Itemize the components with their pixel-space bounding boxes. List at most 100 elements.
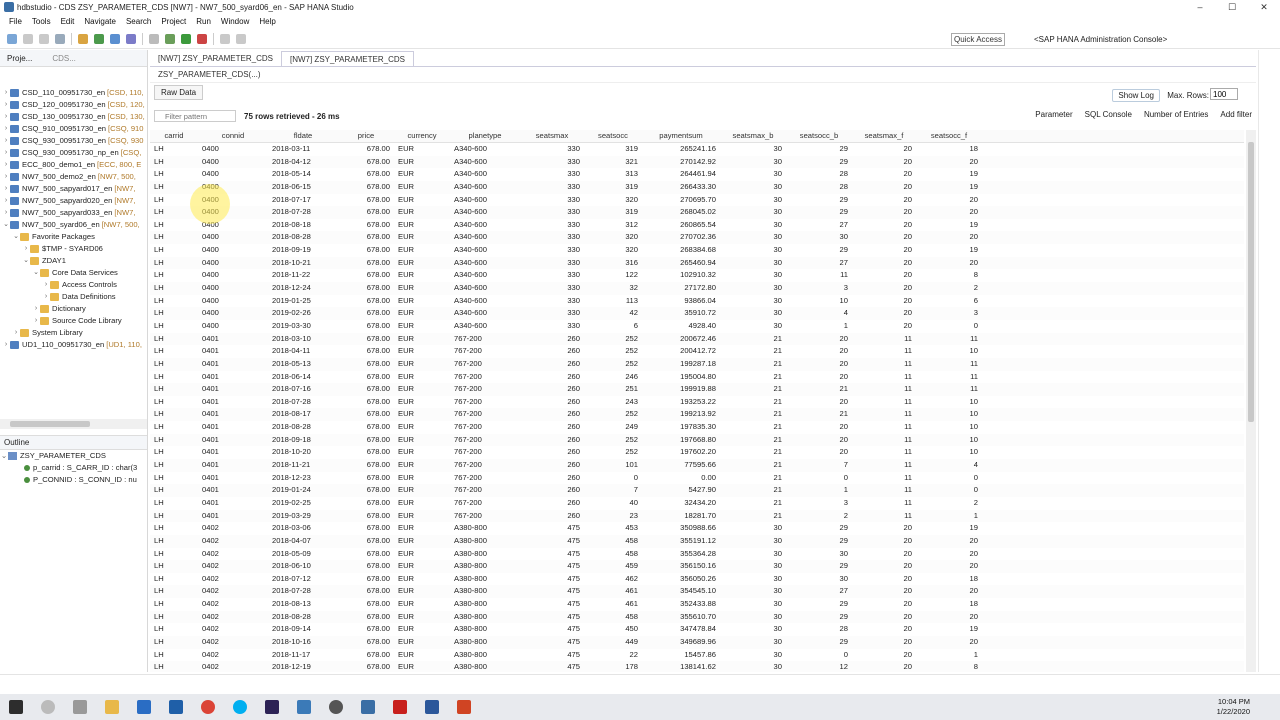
chevron-right-icon[interactable]: › bbox=[2, 87, 10, 99]
run-icon[interactable] bbox=[181, 34, 191, 44]
table-row[interactable]: LH 0402 2018-03-06 678.00 EUR A380-800 475 453 3… bbox=[150, 522, 1244, 535]
tree-node[interactable]: › System Library bbox=[0, 327, 147, 339]
sql-console-button[interactable]: SQL Console bbox=[1085, 110, 1132, 119]
debug-icon[interactable] bbox=[165, 34, 175, 44]
column-header-fldate[interactable]: fldate bbox=[268, 130, 338, 143]
tree-node[interactable]: › CSQ_910_00951730_en [CSQ, 910 bbox=[0, 123, 147, 135]
table-row[interactable]: LH 0401 2018-05-13 678.00 EUR 767-200 260 252 19… bbox=[150, 357, 1244, 371]
breadcrumb[interactable]: ZSY_PARAMETER_CDS(...) bbox=[150, 67, 1256, 83]
column-header-planetype[interactable]: planetype bbox=[450, 130, 520, 143]
outline-param[interactable]: p_carrid : S_CARR_ID : char(3 bbox=[0, 462, 147, 474]
tree-node[interactable]: ⌄ Favorite Packages bbox=[0, 231, 147, 243]
outlook-icon[interactable] bbox=[169, 700, 183, 714]
table-row[interactable]: LH 0402 2018-11-17 678.00 EUR A380-800 475 22 15… bbox=[150, 649, 1244, 662]
edge-icon[interactable] bbox=[137, 700, 151, 714]
menu-project[interactable]: Project bbox=[156, 17, 191, 26]
back-icon[interactable] bbox=[220, 34, 230, 44]
menu-search[interactable]: Search bbox=[121, 17, 156, 26]
package-icon[interactable] bbox=[78, 34, 88, 44]
chevron-right-icon[interactable]: › bbox=[12, 327, 20, 339]
show-log-button[interactable]: Show Log bbox=[1112, 89, 1160, 102]
tree-node[interactable]: › UD1_110_00951730_en [UD1, 110, bbox=[0, 339, 147, 351]
column-header-carrid[interactable]: carrid bbox=[150, 130, 198, 143]
add-filter-button[interactable]: Add filter bbox=[1220, 110, 1252, 119]
sap-logon-icon[interactable] bbox=[297, 700, 311, 714]
column-header-currency[interactable]: currency bbox=[394, 130, 450, 143]
activate-icon[interactable] bbox=[94, 34, 104, 44]
tree-node[interactable]: › NW7_500_sapyard020_en [NW7, bbox=[0, 195, 147, 207]
table-row[interactable]: LH 0400 2018-09-19 678.00 EUR A340-600 330 320 2… bbox=[150, 244, 1244, 257]
chevron-down-icon[interactable]: ⌄ bbox=[32, 267, 40, 279]
outline-param[interactable]: P_CONNID : S_CONN_ID : nu bbox=[0, 474, 147, 486]
column-header-paymentsum[interactable]: paymentsum bbox=[642, 130, 720, 143]
save-all-icon[interactable] bbox=[39, 34, 49, 44]
chevron-down-icon[interactable]: ⌄ bbox=[0, 450, 8, 462]
save-icon[interactable] bbox=[23, 34, 33, 44]
column-header-seatsmax-b[interactable]: seatsmax_b bbox=[720, 130, 786, 143]
chevron-right-icon[interactable]: › bbox=[2, 99, 10, 111]
tab-project-explorer[interactable]: Proje... bbox=[4, 54, 35, 63]
tab-raw-data[interactable]: Raw Data bbox=[154, 84, 204, 100]
hana-studio-icon[interactable] bbox=[361, 700, 375, 714]
table-row[interactable]: LH 0401 2019-03-29 678.00 EUR 767-200 260 23 182… bbox=[150, 509, 1244, 523]
tree-node[interactable]: ⌄ Core Data Services bbox=[0, 267, 147, 279]
tree-node[interactable]: ⌄ NW7_500_syard06_en [NW7, 500, bbox=[0, 219, 147, 231]
table-row[interactable]: LH 0401 2018-04-11 678.00 EUR 767-200 260 252 20… bbox=[150, 345, 1244, 358]
perspective-switcher[interactable]: <SAP HANA Administration Console> bbox=[1034, 33, 1167, 46]
tree-node[interactable]: › NW7_500_sapyard017_en [NW7, bbox=[0, 183, 147, 195]
tree-horizontal-scrollbar[interactable] bbox=[0, 419, 147, 429]
system-clock[interactable]: 10:04 PM 1/22/2020 bbox=[1217, 697, 1250, 717]
chevron-right-icon[interactable]: › bbox=[2, 111, 10, 123]
column-header-seatsmax[interactable]: seatsmax bbox=[520, 130, 584, 143]
menu-tools[interactable]: Tools bbox=[27, 17, 56, 26]
tree-node[interactable]: › ECC_800_demo1_en [ECC, 800, E bbox=[0, 159, 147, 171]
column-header-connid[interactable]: connid bbox=[198, 130, 268, 143]
table-row[interactable]: LH 0401 2019-02-25 678.00 EUR 767-200 260 40 324… bbox=[150, 497, 1244, 510]
table-row[interactable]: LH 0400 2018-12-24 678.00 EUR A340-600 330 32 27… bbox=[150, 282, 1244, 295]
table-row[interactable]: LH 0400 2018-04-12 678.00 EUR A340-600 330 321 2… bbox=[150, 155, 1244, 169]
forward-icon[interactable] bbox=[236, 34, 246, 44]
chevron-right-icon[interactable]: › bbox=[32, 303, 40, 315]
start-icon[interactable] bbox=[9, 700, 23, 714]
table-row[interactable]: LH 0401 2018-06-14 678.00 EUR 767-200 260 246 19… bbox=[150, 371, 1244, 384]
chevron-right-icon[interactable]: › bbox=[2, 195, 10, 207]
tree-node[interactable]: › CSQ_930_00951730_en [CSQ, 930 bbox=[0, 135, 147, 147]
tree-node[interactable]: › Dictionary bbox=[0, 303, 147, 315]
table-row[interactable]: LH 0401 2018-12-23 678.00 EUR 767-200 260 0 0.00… bbox=[150, 472, 1244, 485]
table-row[interactable]: LH 0401 2018-07-28 678.00 EUR 767-200 260 243 19… bbox=[150, 396, 1244, 409]
column-header-seatsocc-b[interactable]: seatsocc_b bbox=[786, 130, 852, 143]
column-header-seatsocc[interactable]: seatsocc bbox=[584, 130, 642, 143]
external-tools-icon[interactable] bbox=[197, 34, 207, 44]
table-row[interactable]: LH 0400 2018-11-22 678.00 EUR A340-600 330 122 1… bbox=[150, 269, 1244, 282]
tab-editor-source[interactable]: [NW7] ZSY_PARAMETER_CDS bbox=[150, 51, 281, 66]
menu-edit[interactable]: Edit bbox=[56, 17, 80, 26]
eclipse-icon[interactable] bbox=[265, 700, 279, 714]
word-icon[interactable] bbox=[425, 700, 439, 714]
chevron-right-icon[interactable]: › bbox=[2, 171, 10, 183]
powerpoint-icon[interactable] bbox=[457, 700, 471, 714]
quick-access-field[interactable]: Quick Access bbox=[951, 33, 1005, 46]
search-icon[interactable] bbox=[41, 700, 55, 714]
chevron-right-icon[interactable]: › bbox=[22, 243, 30, 255]
table-row[interactable]: LH 0400 2018-07-17 678.00 EUR A340-600 330 320 2… bbox=[150, 194, 1244, 207]
scrollbar-thumb[interactable] bbox=[10, 421, 90, 427]
chevron-down-icon[interactable]: ⌄ bbox=[22, 255, 30, 267]
file-explorer-icon[interactable] bbox=[105, 700, 119, 714]
table-row[interactable]: LH 0400 2018-07-28 678.00 EUR A340-600 330 319 2… bbox=[150, 206, 1244, 219]
table-row[interactable]: LH 0400 2018-08-18 678.00 EUR A340-600 330 312 2… bbox=[150, 219, 1244, 232]
chrome-icon[interactable] bbox=[201, 700, 215, 714]
tree-node[interactable]: › Data Definitions bbox=[0, 291, 147, 303]
task-view-icon[interactable] bbox=[73, 700, 87, 714]
table-row[interactable]: LH 0401 2018-10-20 678.00 EUR 767-200 260 252 19… bbox=[150, 446, 1244, 459]
tree-node[interactable]: › CSD_120_00951730_en [CSD, 120, bbox=[0, 99, 147, 111]
table-row[interactable]: LH 0402 2018-09-14 678.00 EUR A380-800 475 450 3… bbox=[150, 623, 1244, 636]
table-row[interactable]: LH 0402 2018-10-16 678.00 EUR A380-800 475 449 3… bbox=[150, 635, 1244, 649]
tree-node[interactable]: › Source Code Library bbox=[0, 315, 147, 327]
pdf-icon[interactable] bbox=[393, 700, 407, 714]
recorder-icon[interactable] bbox=[329, 700, 343, 714]
menu-window[interactable]: Window bbox=[216, 17, 254, 26]
column-header-seatsocc-f[interactable]: seatsocc_f bbox=[916, 130, 982, 143]
check-icon[interactable] bbox=[110, 34, 120, 44]
chevron-right-icon[interactable]: › bbox=[2, 183, 10, 195]
search-icon[interactable] bbox=[149, 34, 159, 44]
